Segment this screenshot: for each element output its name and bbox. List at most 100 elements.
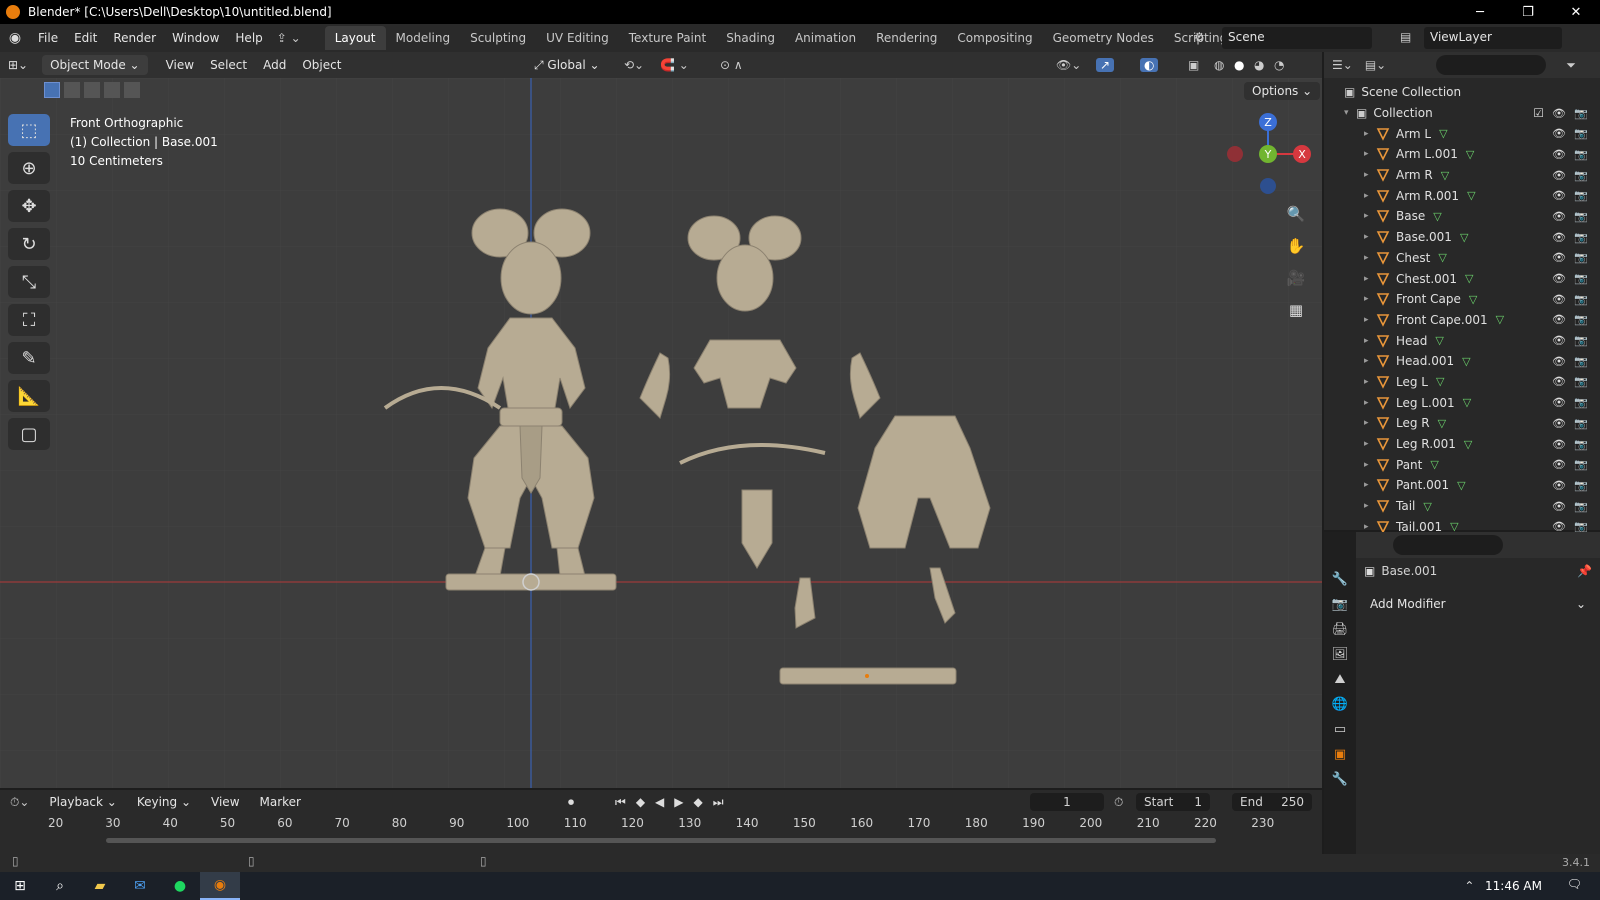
render-camera-icon[interactable]: 📷 xyxy=(1574,500,1588,513)
viewlayer-icon[interactable]: ▤ xyxy=(1400,30,1411,44)
visibility-eye-icon[interactable]: 👁 xyxy=(1552,148,1566,161)
pin-icon[interactable]: 📌 xyxy=(1577,564,1592,578)
mesh-data-icon[interactable]: ▽ xyxy=(1441,169,1449,182)
outliner-search-input[interactable] xyxy=(1436,55,1547,75)
expand-icon[interactable]: ▸ xyxy=(1364,294,1376,304)
outliner-item[interactable]: ▸ Base ▽ 👁 📷 xyxy=(1364,206,1600,227)
tab-geometry-nodes[interactable]: Geometry Nodes xyxy=(1043,26,1164,50)
file-explorer-icon[interactable]: ▰ xyxy=(80,872,120,900)
timeline-scrollbar[interactable] xyxy=(106,838,1216,843)
minimize-icon[interactable]: ─ xyxy=(1456,0,1504,24)
output-tab-icon[interactable]: 🖨 xyxy=(1332,622,1349,637)
outliner-item[interactable]: ▸ Arm R.001 ▽ 👁 📷 xyxy=(1364,185,1600,206)
end-frame-field[interactable]: End 250 xyxy=(1232,793,1312,811)
zoom-icon[interactable]: 🔍 xyxy=(1282,200,1310,228)
expand-icon[interactable]: ▸ xyxy=(1364,398,1376,408)
view-layer-tab-icon[interactable]: 🖼 xyxy=(1332,647,1349,662)
outliner-item[interactable]: ▸ Front Cape.001 ▽ 👁 📷 xyxy=(1364,310,1600,331)
visibility-eye-icon[interactable]: 👁 xyxy=(1552,127,1566,140)
measure-tool-icon[interactable]: 📐 xyxy=(8,380,50,412)
outliner-type-icon[interactable]: ☰⌄ xyxy=(1332,58,1353,72)
render-camera-icon[interactable]: 📷 xyxy=(1574,231,1588,244)
expand-icon[interactable]: ▸ xyxy=(1364,418,1376,428)
expand-icon[interactable]: ▸ xyxy=(1364,253,1376,263)
scene-collection-row[interactable]: ▣ Scene Collection xyxy=(1344,82,1600,103)
jump-start-icon[interactable]: ⏮ xyxy=(615,795,626,810)
visibility-eye-icon[interactable]: 👁 xyxy=(1552,169,1566,182)
expand-icon[interactable]: ▸ xyxy=(1364,336,1376,346)
world-tab-icon[interactable]: 🌐 xyxy=(1332,697,1348,712)
render-camera-icon[interactable]: 📷 xyxy=(1574,334,1588,347)
render-camera-icon[interactable]: 📷 xyxy=(1574,169,1588,182)
render-camera-icon[interactable]: 📷 xyxy=(1574,355,1588,368)
outliner-item[interactable]: ▸ Pant ▽ 👁 📷 xyxy=(1364,454,1600,475)
render-camera-icon[interactable]: 📷 xyxy=(1574,148,1588,161)
visibility-eye-icon[interactable]: 👁 xyxy=(1552,231,1566,244)
outliner-item[interactable]: ▸ Leg L.001 ▽ 👁 📷 xyxy=(1364,392,1600,413)
play-icon[interactable]: ▶ xyxy=(674,795,683,810)
render-camera-icon[interactable]: 📷 xyxy=(1574,417,1588,430)
viewlayer-selector[interactable]: ViewLayer xyxy=(1424,27,1562,49)
search-icon[interactable]: ⌕ xyxy=(40,872,80,900)
tool-tab-icon[interactable]: 🔧 xyxy=(1332,572,1348,587)
outliner-item[interactable]: ▸ Arm L.001 ▽ 👁 📷 xyxy=(1364,144,1600,165)
spotify-icon[interactable]: ● xyxy=(160,872,200,900)
outliner-item[interactable]: ▸ Head.001 ▽ 👁 📷 xyxy=(1364,351,1600,372)
expand-icon[interactable]: ▸ xyxy=(1364,129,1376,139)
annotate-tool-icon[interactable]: ✎ xyxy=(8,342,50,374)
record-icon[interactable]: ⏺ xyxy=(568,795,574,810)
expand-icon[interactable]: ▸ xyxy=(1364,191,1376,201)
mesh-data-icon[interactable]: ▽ xyxy=(1465,272,1473,285)
transform-tool-icon[interactable]: ⛶ xyxy=(8,304,50,336)
outliner-item[interactable]: ▸ Leg R.001 ▽ 👁 📷 xyxy=(1364,434,1600,455)
modifier-tab-icon[interactable]: 🔧 xyxy=(1332,772,1348,787)
clock[interactable]: 11:46 AM xyxy=(1479,879,1542,893)
gizmo-toggle-icon[interactable]: ↗ xyxy=(1096,58,1115,72)
render-camera-icon[interactable]: 📷 xyxy=(1574,107,1588,120)
checkbox-icon[interactable]: ☑ xyxy=(1533,106,1544,120)
expand-icon[interactable]: ▸ xyxy=(1364,274,1376,284)
outliner-item[interactable]: ▸ Front Cape ▽ 👁 📷 xyxy=(1364,289,1600,310)
expand-icon[interactable]: ▸ xyxy=(1364,460,1376,470)
visibility-eye-icon[interactable]: 👁 xyxy=(1552,417,1566,430)
collection-row[interactable]: ▾ ▣ Collection ☑ 👁 📷 xyxy=(1344,103,1600,124)
expand-icon[interactable]: ▸ xyxy=(1364,480,1376,490)
visibility-eye-icon[interactable]: 👁 xyxy=(1552,210,1566,223)
tab-shading[interactable]: Shading xyxy=(716,26,785,50)
timeline-menu-view[interactable]: View xyxy=(201,795,249,809)
expand-icon[interactable]: ▸ xyxy=(1364,501,1376,511)
visibility-eye-icon[interactable]: 👁 xyxy=(1552,107,1566,120)
move-tool-icon[interactable]: ✥ xyxy=(8,190,50,222)
visibility-eye-icon[interactable]: 👁 xyxy=(1552,458,1566,471)
part-head[interactable] xyxy=(716,244,774,312)
mesh-data-icon[interactable]: ▽ xyxy=(1438,251,1446,264)
select-new-icon[interactable] xyxy=(44,82,60,98)
expand-icon[interactable]: ▸ xyxy=(1364,315,1376,325)
mesh-data-icon[interactable]: ▽ xyxy=(1457,479,1465,492)
mesh-data-icon[interactable]: ▽ xyxy=(1423,500,1431,513)
shading-rendered-icon[interactable]: ◔ xyxy=(1274,58,1284,72)
timeline-menu-playback[interactable]: Playback ⌄ xyxy=(39,795,126,809)
outliner-item[interactable]: ▸ Head ▽ 👁 📷 xyxy=(1364,330,1600,351)
select-invert-icon[interactable] xyxy=(104,82,120,98)
blender-menu-icon[interactable]: ◉ xyxy=(0,30,30,46)
editor-type-icon[interactable]: ⊞⌄ xyxy=(0,58,36,72)
add-cube-tool-icon[interactable]: ▢ xyxy=(8,418,50,450)
viewport-menu-add[interactable]: Add xyxy=(255,58,294,72)
workspace-dropdown-icon[interactable]: ⇪ ⌄ xyxy=(271,31,307,45)
rotate-tool-icon[interactable]: ↻ xyxy=(8,228,50,260)
visibility-eye-icon[interactable]: 👁 xyxy=(1552,479,1566,492)
transform-orientation[interactable]: ⤢ Global ⌄ xyxy=(534,58,600,73)
expand-icon[interactable]: ▸ xyxy=(1364,232,1376,242)
render-camera-icon[interactable]: 📷 xyxy=(1574,479,1588,492)
visibility-eye-icon[interactable]: 👁 xyxy=(1552,334,1566,347)
render-camera-icon[interactable]: 📷 xyxy=(1574,313,1588,326)
expand-icon[interactable]: ▸ xyxy=(1364,211,1376,221)
visibility-eye-icon[interactable]: 👁 xyxy=(1552,438,1566,451)
expand-icon[interactable]: ▸ xyxy=(1364,356,1376,366)
xray-icon[interactable]: ▣ xyxy=(1188,58,1199,72)
viewport-menu-select[interactable]: Select xyxy=(202,58,255,72)
visibility-eye-icon[interactable]: 👁 xyxy=(1552,313,1566,326)
tab-layout[interactable]: Layout xyxy=(324,26,386,50)
pivot-icon[interactable]: ⟲⌄ xyxy=(624,58,644,72)
